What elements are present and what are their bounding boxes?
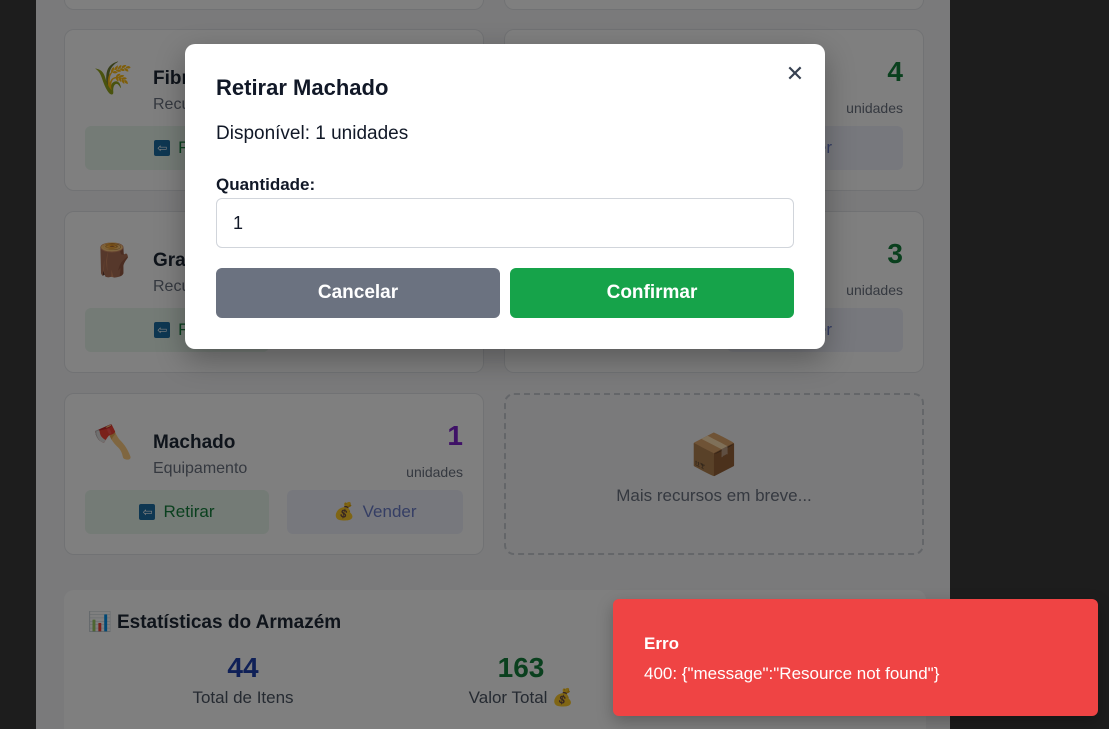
- toast-message: 400: {"message":"Resource not found"}: [644, 664, 940, 683]
- cancel-button[interactable]: Cancelar: [216, 268, 500, 318]
- withdraw-modal: Retirar Machado ✕ Disponível: 1 unidades…: [185, 44, 825, 349]
- quantity-input[interactable]: [216, 198, 794, 248]
- available-text: Disponível: 1 unidades: [216, 123, 409, 144]
- error-toast[interactable]: Erro 400: {"message":"Resource not found…: [613, 599, 1098, 716]
- confirm-button[interactable]: Confirmar: [510, 268, 794, 318]
- quantity-label: Quantidade:: [216, 175, 316, 194]
- toast-title: Erro: [644, 634, 679, 653]
- modal-title: Retirar Machado: [216, 75, 389, 100]
- close-icon[interactable]: ✕: [785, 63, 805, 85]
